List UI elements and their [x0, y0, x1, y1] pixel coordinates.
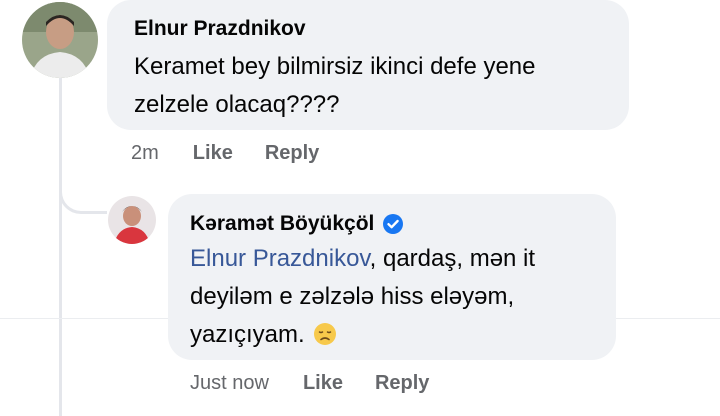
reply-button[interactable]: Reply: [375, 372, 429, 395]
verified-badge-icon: [383, 214, 404, 234]
comment-actions: 2m Like Reply: [131, 142, 351, 165]
disappointed-face-icon: [313, 323, 336, 345]
profile-photo-icon: [108, 196, 156, 244]
reply-bubble: Kəramət Böyükçöl Elnur Prazdnikov, qarda…: [168, 194, 616, 360]
reply-text-fragment: yazıçıyam.: [190, 321, 305, 348]
comment-text: Keramet bey bilmirsiz ikinci defe yene z…: [134, 48, 629, 124]
comment-text-line: Keramet bey bilmirsiz ikinci defe yene: [134, 53, 536, 80]
reply-actions: Just now Like Reply: [190, 372, 461, 395]
reply-text-line: deyiləm e zəlzələ hiss eləyəm,: [190, 283, 515, 310]
mention-link[interactable]: Elnur Prazdnikov: [190, 245, 370, 272]
reply-button[interactable]: Reply: [265, 142, 319, 165]
comment-text-line: zelzele olacaq????: [134, 91, 340, 118]
like-button[interactable]: Like: [193, 142, 233, 165]
comment-bubble: Elnur Prazdnikov Keramet bey bilmirsiz i…: [107, 0, 629, 130]
reply-avatar[interactable]: [108, 196, 156, 244]
reply-text-line: Elnur Prazdnikov, qardaş, mən it: [190, 240, 616, 278]
profile-photo-icon: [22, 2, 98, 78]
comment-timestamp[interactable]: 2m: [131, 142, 159, 165]
reply-author[interactable]: Kəramət Böyükçöl: [190, 211, 374, 237]
reply-timestamp[interactable]: Just now: [190, 372, 269, 395]
reply-author-row: Kəramət Böyükçöl: [190, 211, 616, 237]
thread-line: [59, 76, 62, 416]
reply-text: Elnur Prazdnikov, qardaş, mən it deyiləm…: [190, 240, 616, 354]
avatar[interactable]: [22, 2, 98, 78]
reply-text-line: yazıçıyam.: [190, 316, 616, 354]
comment-author[interactable]: Elnur Prazdnikov: [134, 16, 629, 42]
like-button[interactable]: Like: [303, 372, 343, 395]
thread-branch-connector: [59, 176, 107, 214]
reply-text-fragment: , qardaş, mən it: [369, 245, 536, 272]
